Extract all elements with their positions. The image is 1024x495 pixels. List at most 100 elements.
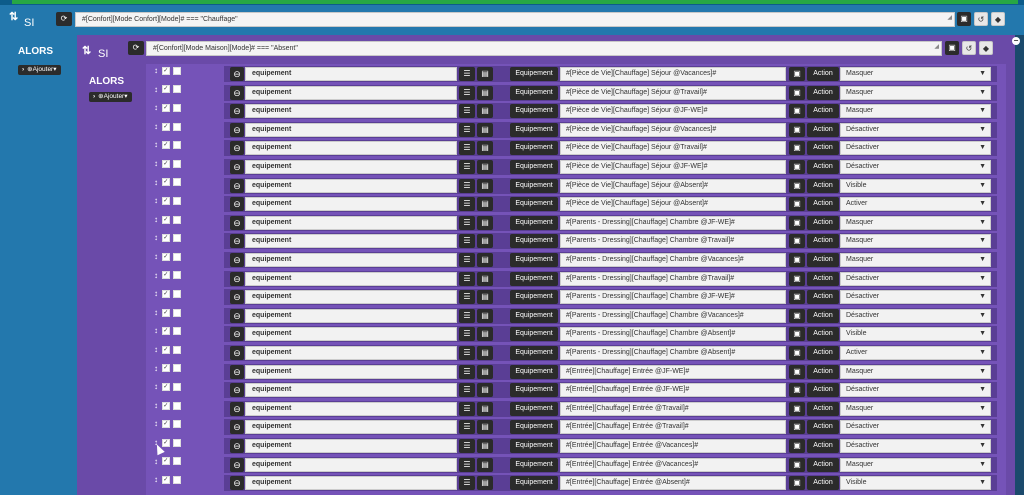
inner-cube-button[interactable]: ◆ [979,41,993,55]
equipement-button[interactable]: Equipement [510,290,558,305]
action-label-button[interactable]: Action [807,253,839,267]
select-checkbox[interactable] [173,215,182,224]
move-icon[interactable]: ↕ [154,103,159,112]
equipement-button[interactable]: Equipement [510,476,558,491]
list-button[interactable]: ☰ [459,290,475,305]
equipement-button[interactable]: Equipement [510,439,558,453]
list-button[interactable]: ☰ [459,420,475,435]
enable-checkbox[interactable] [162,215,171,224]
move-icon[interactable]: ↕ [154,196,159,205]
equipment-command-input[interactable]: #[Parents - Dressing][Chauffage] Chambre… [560,346,786,360]
enable-checkbox[interactable] [162,327,171,336]
select-checkbox[interactable] [173,159,182,168]
bars-button[interactable]: ▤ [477,383,493,398]
code-button[interactable]: ▣ [789,401,805,416]
enable-checkbox[interactable] [162,290,171,299]
action-label-button[interactable]: Action [807,215,839,230]
move-icon[interactable]: ↕ [154,419,159,428]
equipement-button[interactable]: Equipement [510,160,558,174]
equipement-button[interactable]: Equipement [510,383,558,398]
expression-input[interactable]: equipement [245,67,457,81]
expression-input[interactable]: equipement [245,253,457,267]
select-checkbox[interactable] [173,178,182,187]
remove-action-button[interactable]: ⊖ [230,271,244,286]
expression-input[interactable]: equipement [245,271,457,286]
outer-refresh-button[interactable]: ⟳ [56,12,72,26]
bars-button[interactable]: ▤ [477,271,493,286]
action-label-button[interactable]: Action [807,327,839,342]
expression-input[interactable]: equipement [245,439,457,453]
list-button[interactable]: ☰ [459,234,475,249]
action-label-button[interactable]: Action [807,271,839,286]
remove-block-icon[interactable]: − [1012,37,1020,45]
move-icon[interactable]: ↕ [154,271,159,280]
equipment-command-input[interactable]: #[Entrée][Chauffage] Entrée @Vacances]# [560,439,786,453]
select-checkbox[interactable] [173,383,182,392]
equipment-command-input[interactable]: #[Entrée][Chauffage] Entrée @Absent]# [560,476,786,491]
inner-refresh-button[interactable]: ⟳ [128,41,144,55]
enable-checkbox[interactable] [162,383,171,392]
code-button[interactable]: ▣ [789,383,805,398]
enable-checkbox[interactable] [162,252,171,261]
select-checkbox[interactable] [173,234,182,243]
equipment-command-input[interactable]: #[Parents - Dressing][Chauffage] Chambre… [560,308,786,323]
enable-checkbox[interactable] [162,420,171,429]
action-label-button[interactable]: Action [807,160,839,174]
action-label-button[interactable]: Action [807,308,839,323]
equipement-button[interactable]: Equipement [510,104,558,119]
enable-checkbox[interactable] [162,159,171,168]
action-select[interactable]: Masquer ▼ [840,215,991,230]
bars-button[interactable]: ▤ [477,401,493,416]
code-button[interactable]: ▣ [789,271,805,286]
list-button[interactable]: ☰ [459,160,475,174]
equipement-button[interactable]: Equipement [510,122,558,137]
expression-input[interactable]: equipement [245,420,457,435]
bars-button[interactable]: ▤ [477,85,493,100]
equipement-button[interactable]: Equipement [510,420,558,435]
equipment-command-input[interactable]: #[Parents - Dressing][Chauffage] Chambre… [560,253,786,267]
equipement-button[interactable]: Equipement [510,401,558,416]
equipment-command-input[interactable]: #[Parents - Dressing][Chauffage] Chambre… [560,215,786,230]
enable-checkbox[interactable] [162,66,171,75]
action-select[interactable]: Masquer ▼ [840,104,991,119]
equipment-command-input[interactable]: #[Pièce de Vie][Chauffage] Séjour @Trava… [560,85,786,100]
action-select[interactable]: Activer ▼ [840,197,991,212]
select-checkbox[interactable] [173,345,182,354]
outer-history-button[interactable]: ↺ [974,12,988,26]
select-checkbox[interactable] [173,457,182,466]
equipment-command-input[interactable]: #[Parents - Dressing][Chauffage] Chambre… [560,271,786,286]
inner-condition-input[interactable]: #[Confort][Mode Maison][Mode]# === "Abse… [146,41,942,56]
move-icon[interactable]: ↕ [154,159,159,168]
action-label-button[interactable]: Action [807,364,839,379]
move-icon[interactable]: ↕ [154,457,159,466]
move-icon[interactable]: ↕ [154,326,159,335]
code-button[interactable]: ▣ [789,308,805,323]
bars-button[interactable]: ▤ [477,104,493,119]
enable-checkbox[interactable] [162,141,171,150]
select-checkbox[interactable] [173,327,182,336]
move-icon[interactable]: ↕ [154,122,159,131]
action-label-button[interactable]: Action [807,346,839,360]
inner-code-button[interactable]: ▣ [945,41,959,55]
equipment-command-input[interactable]: #[Pièce de Vie][Chauffage] Séjour @JF-WE… [560,160,786,174]
action-select[interactable]: Désactiver ▼ [840,383,991,398]
list-button[interactable]: ☰ [459,271,475,286]
code-button[interactable]: ▣ [789,346,805,360]
expression-input[interactable]: equipement [245,476,457,491]
code-button[interactable]: ▣ [789,160,805,174]
outer-add-button[interactable]: › ⊕Ajouter▾ [18,65,61,75]
equipment-command-input[interactable]: #[Pièce de Vie][Chauffage] Séjour @Trava… [560,141,786,156]
select-checkbox[interactable] [173,141,182,150]
remove-action-button[interactable]: ⊖ [230,476,244,491]
enable-checkbox[interactable] [162,476,171,485]
remove-action-button[interactable]: ⊖ [230,104,244,119]
equipment-command-input[interactable]: #[Parents - Dressing][Chauffage] Chambre… [560,234,786,249]
expression-input[interactable]: equipement [245,122,457,137]
select-checkbox[interactable] [173,197,182,206]
expression-input[interactable]: equipement [245,308,457,323]
bars-button[interactable]: ▤ [477,308,493,323]
code-button[interactable]: ▣ [789,67,805,81]
outer-condition-input[interactable]: #[Confort][Mode Confort][Mode]# === "Cha… [75,12,955,27]
code-button[interactable]: ▣ [789,141,805,156]
action-select[interactable]: Masquer ▼ [840,234,991,249]
